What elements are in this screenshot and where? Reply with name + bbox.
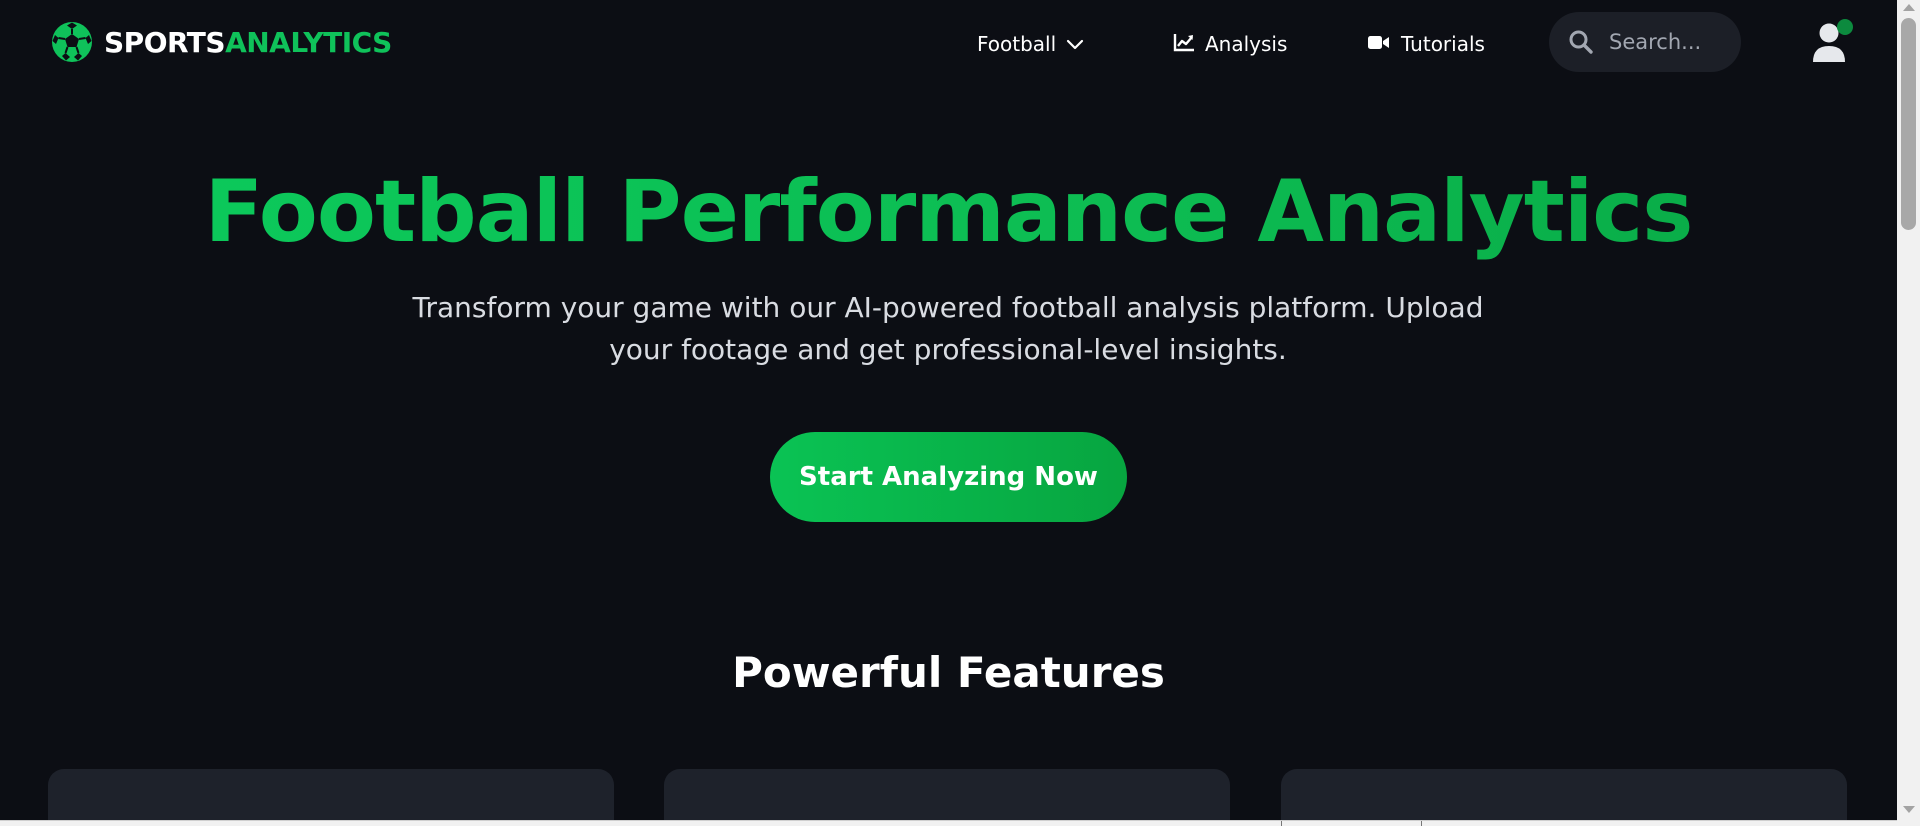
scrollbar-divider [1421,821,1422,826]
search-icon [1567,28,1595,56]
scrollbar-divider [1281,821,1282,826]
navbar: SPORTSANALYTICS Football Analysis Tutori… [0,0,1897,86]
scrollbar-thumb[interactable] [1901,18,1916,230]
nav-analysis-link[interactable]: Analysis [1173,24,1287,64]
nav-football-label: Football [977,32,1057,56]
online-status-indicator [1837,19,1853,35]
feature-card[interactable] [664,769,1230,826]
hero-subtitle: Transform your game with our AI-powered … [412,291,1484,366]
nav-analysis-label: Analysis [1205,32,1288,56]
page: SPORTSANALYTICS Football Analysis Tutori… [0,0,1897,826]
feature-card[interactable] [1281,769,1847,826]
features-section-title: Powerful Features [732,648,1165,697]
brand-name: SPORTSANALYTICS [104,26,392,59]
feature-card[interactable] [48,769,614,826]
nav-tutorials-link[interactable]: Tutorials [1367,24,1485,64]
soccer-ball-icon [51,21,93,63]
horizontal-scrollbar[interactable] [0,820,1897,826]
video-camera-icon [1367,32,1391,56]
nav-tutorials-label: Tutorials [1401,32,1485,56]
scroll-up-arrow-icon[interactable] [1903,4,1915,11]
chevron-down-icon [1066,32,1084,56]
search-box[interactable] [1549,12,1741,72]
user-menu-button[interactable] [1808,16,1856,66]
search-input[interactable] [1607,29,1736,55]
scroll-down-arrow-icon[interactable] [1903,806,1915,813]
brand-name-part1: SPORTS [104,25,226,59]
brand-logo[interactable]: SPORTSANALYTICS [51,20,392,64]
start-analyzing-button[interactable]: Start Analyzing Now [770,432,1127,522]
chart-line-icon [1173,32,1195,57]
nav-football-dropdown[interactable]: Football [977,24,1084,64]
brand-name-part2: ANALYTICS [225,25,392,59]
hero-title: Football Performance Analytics [0,160,1897,264]
vertical-scrollbar[interactable] [1897,0,1920,826]
